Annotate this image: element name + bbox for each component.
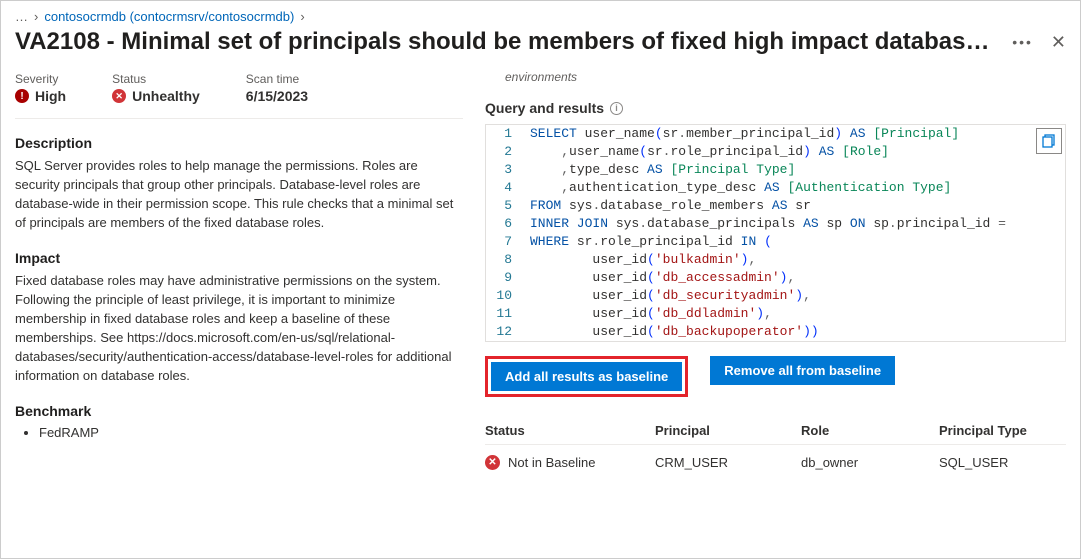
remove-all-baseline-button[interactable]: Remove all from baseline [710,356,895,385]
benchmark-heading: Benchmark [15,403,463,419]
col-header-principal[interactable]: Principal [655,423,801,438]
add-all-baseline-button[interactable]: Add all results as baseline [491,362,682,391]
results-table: Status Principal Role Principal Type ✕ N… [485,417,1066,476]
cell-role: db_owner [801,455,939,470]
cell-principal: CRM_USER [655,455,801,470]
impact-body: Fixed database roles may have administra… [15,272,463,385]
col-header-status[interactable]: Status [485,423,655,438]
status-label: Status [112,72,200,86]
highlight-annotation: Add all results as baseline [485,356,688,397]
table-row[interactable]: ✕ Not in Baseline CRM_USER db_owner SQL_… [485,445,1066,476]
page-title: VA2108 - Minimal set of principals shoul… [15,28,1012,56]
scan-time-label: Scan time [246,72,308,86]
chevron-right-icon: › [34,9,38,24]
benchmark-item: FedRAMP [39,425,463,440]
chevron-right-icon: › [300,9,304,24]
col-header-principal-type[interactable]: Principal Type [939,423,1066,438]
info-icon[interactable]: i [610,102,623,115]
description-heading: Description [15,135,463,151]
copy-icon[interactable] [1036,128,1062,154]
severity-value: High [35,88,66,104]
breadcrumb-link[interactable]: contosocrmdb (contocrmsrv/contosocrmdb) [44,9,294,24]
cell-status: Not in Baseline [508,455,595,470]
severity-high-icon: ! [15,89,29,103]
unhealthy-icon: ✕ [112,89,126,103]
environments-text: environments [485,66,1066,84]
impact-heading: Impact [15,250,463,266]
close-icon[interactable]: ✕ [1051,32,1066,53]
status-value: Unhealthy [132,88,200,104]
cell-principal-type: SQL_USER [939,455,1066,470]
sql-code-box: 1SELECT user_name(sr.member_principal_id… [485,124,1066,342]
description-body: SQL Server provides roles to help manage… [15,157,463,232]
breadcrumb: … › contosocrmdb (contocrmsrv/contosocrm… [15,7,1066,28]
scan-time-value: 6/15/2023 [246,88,308,104]
breadcrumb-ellipsis[interactable]: … [15,9,28,24]
severity-label: Severity [15,72,66,86]
status-fail-icon: ✕ [485,455,500,470]
col-header-role[interactable]: Role [801,423,939,438]
more-actions-icon[interactable]: ••• [1012,34,1033,50]
query-results-heading: Query and results [485,100,604,116]
